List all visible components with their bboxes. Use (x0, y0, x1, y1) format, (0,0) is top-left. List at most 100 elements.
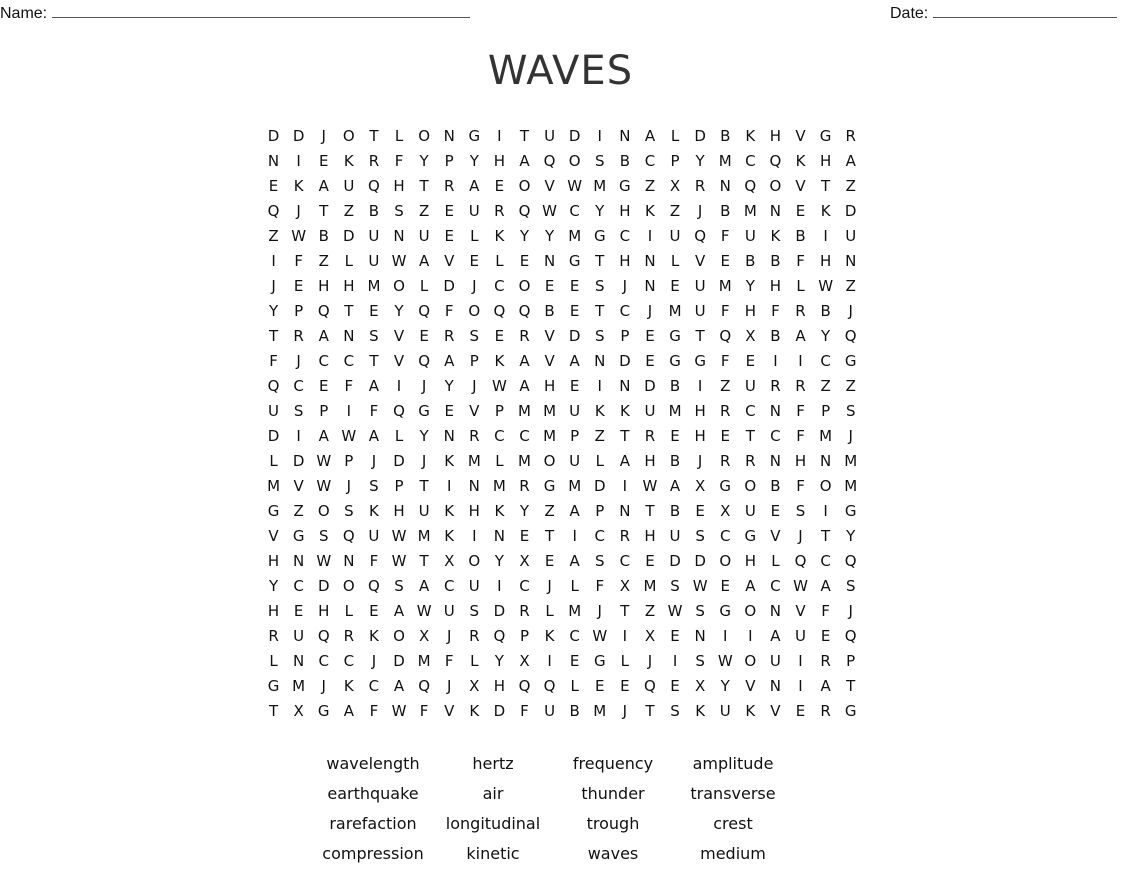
grid-letter[interactable]: F (788, 399, 813, 424)
grid-letter[interactable]: I (788, 649, 813, 674)
grid-letter[interactable]: Z (286, 499, 311, 524)
grid-letter[interactable]: R (437, 174, 462, 199)
grid-letter[interactable]: T (412, 474, 437, 499)
grid-letter[interactable]: G (688, 349, 713, 374)
grid-letter[interactable]: X (688, 474, 713, 499)
grid-letter[interactable]: K (286, 174, 311, 199)
grid-letter[interactable]: N (612, 374, 637, 399)
grid-letter[interactable]: L (562, 574, 587, 599)
grid-letter[interactable]: W (336, 424, 361, 449)
grid-letter[interactable]: W (311, 474, 336, 499)
grid-letter[interactable]: W (813, 274, 838, 299)
grid-letter[interactable]: C (487, 424, 512, 449)
grid-letter[interactable]: Z (261, 224, 286, 249)
grid-letter[interactable]: E (763, 499, 788, 524)
grid-letter[interactable]: P (663, 149, 688, 174)
grid-letter[interactable]: M (537, 424, 562, 449)
grid-letter[interactable]: K (738, 699, 763, 724)
grid-letter[interactable]: G (838, 349, 863, 374)
grid-letter[interactable]: G (261, 499, 286, 524)
grid-letter[interactable]: U (437, 599, 462, 624)
grid-letter[interactable]: Q (537, 149, 562, 174)
grid-letter[interactable]: G (562, 249, 587, 274)
grid-letter[interactable]: K (587, 399, 612, 424)
grid-letter[interactable]: R (763, 374, 788, 399)
grid-letter[interactable]: M (512, 399, 537, 424)
grid-letter[interactable]: B (738, 249, 763, 274)
grid-letter[interactable]: U (688, 299, 713, 324)
grid-letter[interactable]: H (487, 674, 512, 699)
grid-letter[interactable]: K (361, 499, 386, 524)
grid-letter[interactable]: Q (838, 549, 863, 574)
grid-letter[interactable]: T (311, 199, 336, 224)
grid-letter[interactable]: M (261, 474, 286, 499)
grid-letter[interactable]: U (838, 224, 863, 249)
grid-letter[interactable]: I (386, 374, 411, 399)
grid-letter[interactable]: K (462, 699, 487, 724)
grid-letter[interactable]: E (562, 649, 587, 674)
grid-letter[interactable]: G (587, 224, 612, 249)
grid-letter[interactable]: N (637, 249, 662, 274)
grid-letter[interactable]: E (688, 499, 713, 524)
grid-letter[interactable]: R (838, 124, 863, 149)
grid-letter[interactable]: T (261, 699, 286, 724)
grid-letter[interactable]: S (587, 274, 612, 299)
grid-letter[interactable]: W (587, 624, 612, 649)
grid-letter[interactable]: Z (336, 199, 361, 224)
grid-letter[interactable]: Q (361, 174, 386, 199)
grid-letter[interactable]: X (412, 624, 437, 649)
grid-letter[interactable]: Z (663, 199, 688, 224)
grid-letter[interactable]: K (813, 199, 838, 224)
grid-letter[interactable]: P (437, 149, 462, 174)
grid-letter[interactable]: B (713, 199, 738, 224)
grid-letter[interactable]: G (663, 349, 688, 374)
grid-letter[interactable]: Y (512, 224, 537, 249)
grid-letter[interactable]: A (462, 174, 487, 199)
grid-letter[interactable]: E (788, 199, 813, 224)
grid-letter[interactable]: E (412, 324, 437, 349)
grid-letter[interactable]: R (261, 624, 286, 649)
grid-letter[interactable]: E (311, 149, 336, 174)
grid-letter[interactable]: Y (386, 299, 411, 324)
grid-letter[interactable]: E (437, 224, 462, 249)
grid-letter[interactable]: R (637, 424, 662, 449)
grid-letter[interactable]: L (587, 449, 612, 474)
grid-letter[interactable]: K (336, 674, 361, 699)
grid-letter[interactable]: U (462, 199, 487, 224)
grid-letter[interactable]: C (738, 399, 763, 424)
grid-letter[interactable]: U (688, 274, 713, 299)
grid-letter[interactable]: V (788, 174, 813, 199)
grid-letter[interactable]: N (537, 249, 562, 274)
grid-letter[interactable]: N (462, 474, 487, 499)
grid-letter[interactable]: R (512, 324, 537, 349)
grid-letter[interactable]: M (637, 574, 662, 599)
grid-letter[interactable]: K (487, 224, 512, 249)
grid-letter[interactable]: H (386, 174, 411, 199)
grid-letter[interactable]: W (562, 174, 587, 199)
grid-letter[interactable]: G (838, 499, 863, 524)
grid-letter[interactable]: O (738, 474, 763, 499)
grid-letter[interactable]: A (838, 149, 863, 174)
grid-letter[interactable]: H (788, 449, 813, 474)
grid-letter[interactable]: H (813, 249, 838, 274)
grid-letter[interactable]: L (788, 274, 813, 299)
grid-letter[interactable]: S (587, 149, 612, 174)
grid-letter[interactable]: S (361, 474, 386, 499)
grid-letter[interactable]: U (537, 699, 562, 724)
grid-letter[interactable]: H (637, 449, 662, 474)
grid-letter[interactable]: Q (637, 674, 662, 699)
grid-letter[interactable]: H (688, 399, 713, 424)
grid-letter[interactable]: D (261, 124, 286, 149)
grid-letter[interactable]: U (637, 399, 662, 424)
grid-letter[interactable]: O (311, 499, 336, 524)
grid-letter[interactable]: J (311, 124, 336, 149)
grid-letter[interactable]: M (412, 524, 437, 549)
grid-letter[interactable]: C (612, 549, 637, 574)
grid-letter[interactable]: O (713, 549, 738, 574)
grid-letter[interactable]: E (562, 274, 587, 299)
grid-letter[interactable]: S (688, 649, 713, 674)
grid-letter[interactable]: I (612, 624, 637, 649)
grid-letter[interactable]: G (286, 524, 311, 549)
grid-letter[interactable]: A (361, 424, 386, 449)
grid-letter[interactable]: A (512, 349, 537, 374)
